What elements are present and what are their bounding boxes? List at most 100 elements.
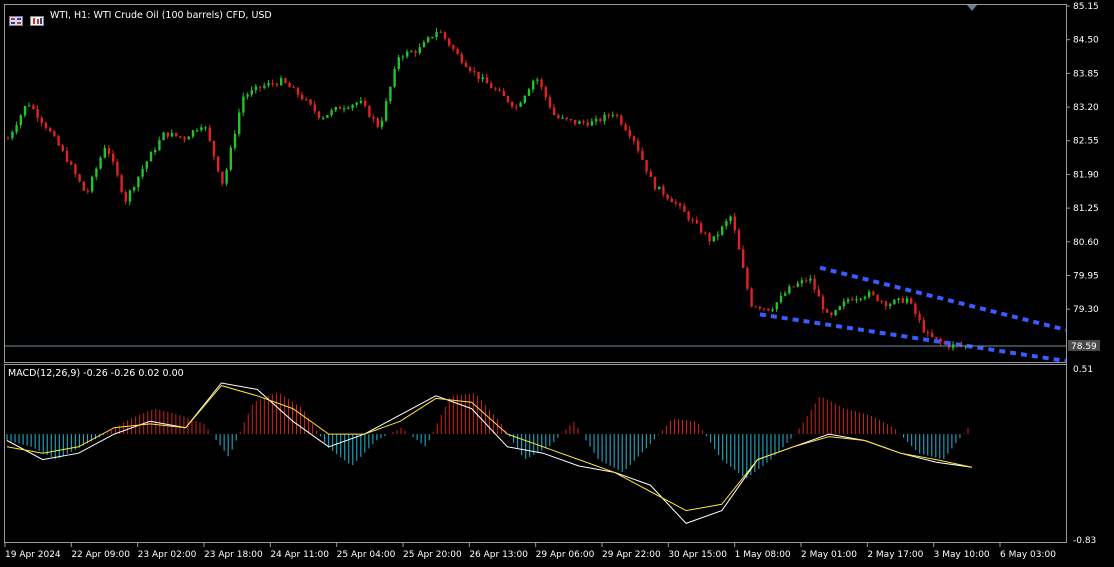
time-tick-label: 30 Apr 15:00 [668, 550, 727, 560]
chart-symbol-title: WTI, H1: WTI Crude Oil (100 barrels) CFD… [50, 10, 272, 21]
candle-body [154, 149, 157, 153]
candle-body [44, 122, 48, 129]
price-tick-label: 82.55 [1073, 137, 1099, 147]
macd-tick-label: 0.51 [1073, 365, 1093, 375]
candle-body [175, 132, 178, 137]
candle-body [481, 77, 484, 80]
candle-body [649, 171, 652, 177]
candle-body [729, 216, 732, 222]
candle-body [485, 77, 489, 84]
candle-body [788, 286, 791, 294]
candle-body [603, 114, 606, 122]
candle-body [128, 190, 132, 202]
candle-body [95, 168, 98, 177]
candle-body [250, 90, 253, 95]
candle-body [448, 38, 451, 46]
candle-body [834, 309, 837, 316]
candle-body [40, 117, 43, 123]
candle-body [884, 301, 888, 307]
time-tick-label: 23 Apr 18:00 [204, 550, 263, 560]
candle-body [607, 114, 610, 116]
candle-body [364, 100, 367, 107]
candle-body [742, 249, 745, 268]
candle-body [32, 105, 35, 110]
candle-body [805, 280, 808, 282]
price-tick-label: 81.90 [1073, 170, 1099, 180]
chart-grid-icon[interactable] [9, 11, 23, 26]
candle-body [204, 127, 207, 129]
candle-body [221, 171, 224, 184]
candle-body [288, 82, 291, 88]
candle-body [708, 233, 711, 242]
candle-body [347, 107, 350, 109]
price-tick-label: 79.30 [1073, 305, 1099, 315]
candle-body [704, 232, 707, 234]
candle-body [616, 114, 619, 116]
svg-text:78.59: 78.59 [1071, 342, 1097, 352]
candle-body [53, 131, 56, 137]
candle-body [242, 96, 245, 113]
candle-body [78, 174, 81, 182]
expert-icon[interactable] [30, 11, 44, 26]
candle-body [418, 47, 421, 54]
candle-body [821, 296, 825, 310]
mt-chart-window[interactable]: 85.15 84.50 83.85 83.20 82.55 81.90 81.25 80.60… [0, 0, 1114, 567]
candle-body [872, 291, 875, 295]
candle-body [280, 78, 283, 86]
candle-body [427, 37, 430, 43]
candle-body [687, 211, 690, 220]
candle-body [116, 161, 119, 176]
candle-body [406, 51, 409, 57]
candle-body [842, 301, 846, 307]
candle-body [107, 147, 111, 154]
candle-body [632, 136, 636, 141]
candle-body [553, 107, 556, 116]
time-tick-label: 2 May 01:00 [801, 550, 857, 560]
candle-body [477, 71, 480, 80]
candle-body [931, 333, 934, 337]
candle-body [296, 87, 300, 95]
candle-body [502, 90, 505, 96]
time-tick-label: 19 Apr 2024 [5, 550, 61, 560]
time-tick-label: 25 Apr 20:00 [403, 550, 462, 560]
candle-body [674, 202, 678, 204]
price-tick-label: 83.85 [1073, 69, 1099, 79]
candle-body [637, 140, 640, 151]
candle-body [275, 83, 279, 86]
candle-body [330, 110, 333, 116]
candle-body [889, 304, 892, 307]
time-tick-label: 24 Apr 11:00 [270, 550, 329, 560]
candle-body [137, 176, 140, 188]
time-tick-label: 22 Apr 09:00 [71, 550, 130, 560]
candle-body [7, 138, 10, 140]
candle-body [838, 306, 841, 310]
candle-body [519, 102, 522, 107]
candle-body [527, 89, 531, 96]
candle-body [191, 130, 195, 137]
candle-body [23, 105, 27, 116]
candle-body [301, 94, 304, 100]
candle-body [565, 117, 568, 120]
candle-body [187, 136, 190, 140]
time-tick-label: 25 Apr 04:00 [337, 550, 396, 560]
price-tick-label: 79.95 [1073, 271, 1099, 281]
time-tick-label: 3 May 10:00 [934, 550, 990, 560]
candle-body [162, 132, 165, 141]
candle-body [498, 89, 501, 91]
time-tick-label: 26 Apr 13:00 [469, 550, 528, 560]
candle-body [460, 54, 463, 63]
candle-body [582, 121, 585, 123]
candle-body [725, 221, 728, 227]
candle-body [99, 157, 102, 169]
candle-body [935, 336, 938, 339]
price-tick-label: 85.15 [1073, 2, 1099, 12]
candle-body [422, 42, 426, 48]
candle-body [439, 31, 442, 33]
candle-body [28, 105, 31, 107]
time-tick-label: 29 Apr 22:00 [602, 550, 661, 560]
candle-body [103, 147, 106, 158]
candle-body [217, 156, 220, 172]
candle-body [910, 298, 913, 304]
candle-body [721, 226, 724, 235]
candle-body [305, 99, 308, 101]
